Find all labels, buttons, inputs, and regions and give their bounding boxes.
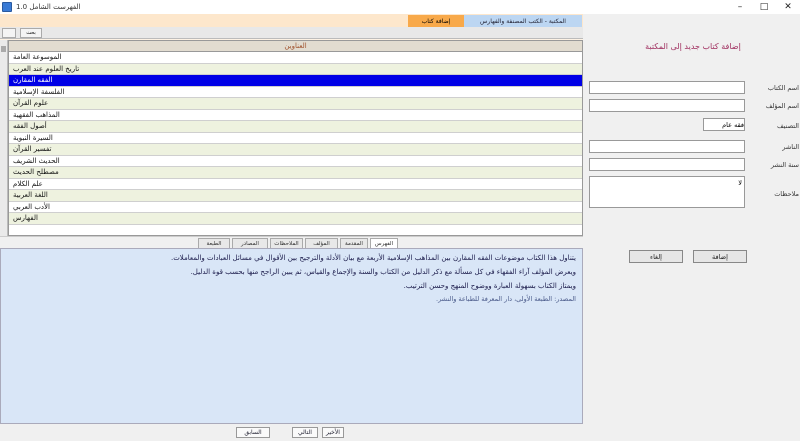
description-text[interactable]: يتناول هذا الكتاب موضوعات الفقه المقارن …: [0, 248, 583, 424]
lower-tab[interactable]: المقدمة: [340, 238, 368, 248]
tab-library[interactable]: المكتبة - الكتب المصنفة والفهارس: [464, 15, 582, 27]
lower-tab[interactable]: المصادر: [232, 238, 268, 248]
grid-row[interactable]: المذاهب الفقهية: [9, 109, 582, 121]
grid-scrollbar[interactable]: [0, 40, 8, 236]
lower-tabstrip: الفهرس المقدمة المؤلف الملاحظات المصادر الطبع…: [0, 236, 583, 248]
grid-row[interactable]: الأدب العربي: [9, 201, 582, 213]
publisher-label: الناشر: [782, 143, 799, 151]
grid-row-label: أصول الفقه: [13, 122, 47, 131]
grid-row-label: اللغة العربية: [13, 191, 48, 200]
grid-row[interactable]: السيرة النبوية: [9, 132, 582, 144]
grid-row[interactable]: تفسير القرآن: [9, 144, 582, 156]
top-tabstrip: إضافة كتاب المكتبة - الكتب المصنفة والفه…: [0, 14, 583, 27]
grid-row[interactable]: الموسوعة العامة: [9, 52, 582, 64]
category-field[interactable]: فقه عام: [703, 118, 745, 131]
lower-tab[interactable]: الملاحظات: [270, 238, 303, 248]
notes-field[interactable]: لا: [589, 176, 745, 208]
minimize-icon[interactable]: –: [728, 0, 752, 14]
tab-add-book[interactable]: إضافة كتاب: [408, 15, 464, 27]
toolbar: بحث: [0, 27, 583, 39]
grid-row-label: مصطلح الحديث: [13, 168, 59, 177]
add-button[interactable]: إضافة: [693, 250, 747, 263]
grid-row[interactable]: الفلسفة الإسلامية: [9, 86, 582, 98]
grid-row[interactable]: علم الكلام: [9, 178, 582, 190]
grid-row-label: تفسير القرآن: [13, 145, 52, 154]
window-title: الفهرست الشامل 1.0: [16, 3, 81, 11]
paragraph-3: ويمتاز الكتاب بسهولة العبارة ووضوح المنه…: [403, 282, 576, 290]
grid-row-label: الفلسفة الإسلامية: [13, 87, 65, 96]
grid-row-label: تاريخ العلوم عند العرب: [13, 64, 80, 73]
book-name-field[interactable]: [589, 81, 745, 94]
next-button[interactable]: التالي: [292, 427, 318, 438]
grid-row-label: الفقه المقارن: [13, 76, 53, 85]
grid-row-label: الأدب العربي: [13, 202, 50, 211]
lower-tab[interactable]: الفهرس: [370, 238, 398, 248]
year-field[interactable]: [589, 158, 745, 171]
grid-header[interactable]: العناوين: [9, 41, 582, 52]
category-label: التصنيف: [776, 122, 799, 130]
grid-row-label: علم الكلام: [13, 179, 43, 188]
grid-row[interactable]: علوم القرآن: [9, 98, 582, 110]
grid-row[interactable]: تاريخ العلوم عند العرب: [9, 63, 582, 75]
app-icon: [2, 2, 12, 12]
paragraph-1: يتناول هذا الكتاب موضوعات الفقه المقارن …: [170, 254, 576, 262]
title-bar: الفهرست الشامل 1.0 – □ ✕: [0, 0, 800, 14]
form-title: إضافة كتاب جديد إلى المكتبة: [645, 42, 741, 51]
book-name-label: اسم الكتاب: [767, 84, 799, 92]
previous-button[interactable]: السابق: [236, 427, 270, 438]
notes-label: ملاحظات: [774, 190, 799, 198]
scroll-thumb[interactable]: [1, 46, 6, 52]
grid-row[interactable]: الفقه المقارن: [9, 75, 582, 87]
lower-tab[interactable]: المؤلف: [305, 238, 338, 248]
close-icon[interactable]: ✕: [776, 0, 800, 14]
cancel-button[interactable]: إلغاء: [629, 250, 683, 263]
app-window: الفهرست الشامل 1.0 – □ ✕ إضافة كتاب المك…: [0, 0, 800, 441]
window-controls: – □ ✕: [728, 0, 800, 14]
grid-row[interactable]: أصول الفقه: [9, 121, 582, 133]
year-label: سنة النشر: [770, 161, 799, 169]
grid-row[interactable]: اللغة العربية: [9, 190, 582, 202]
grid-row-label: الموسوعة العامة: [13, 53, 62, 62]
grid-row[interactable]: مصطلح الحديث: [9, 167, 582, 179]
author-field[interactable]: [589, 99, 745, 112]
search-button[interactable]: بحث: [20, 28, 42, 38]
grid-row-label: المذاهب الفقهية: [13, 110, 60, 119]
footnote: المصدر: الطبعة الأولى، دار المعرفة للطبا…: [436, 295, 576, 303]
left-panel: إضافة كتاب المكتبة - الكتب المصنفة والفه…: [0, 14, 583, 441]
grid-row-label: الحديث الشريف: [13, 156, 60, 165]
grid-row-label: الفهارس: [13, 214, 38, 223]
lower-tab[interactable]: الطبعة: [198, 238, 230, 248]
author-label: اسم المؤلف: [765, 102, 799, 110]
maximize-icon[interactable]: □: [752, 0, 776, 14]
last-button[interactable]: الأخير: [322, 427, 344, 438]
toolbar-blank-button[interactable]: [2, 28, 16, 38]
paragraph-2: ويعرض المؤلف آراء الفقهاء في كل مسألة مع…: [190, 268, 576, 276]
right-panel: إضافة كتاب جديد إلى المكتبة اسم الكتاب ا…: [583, 14, 800, 427]
titles-grid: العناوين الموسوعة العامة تاريخ العلوم عند…: [8, 40, 583, 236]
publisher-field[interactable]: [589, 140, 745, 153]
grid-row[interactable]: الفهارس: [9, 213, 582, 225]
grid-row[interactable]: الحديث الشريف: [9, 155, 582, 167]
grid-row-label: علوم القرآن: [13, 99, 49, 108]
grid-row-label: السيرة النبوية: [13, 133, 53, 142]
grid-rows: الموسوعة العامة تاريخ العلوم عند العرب الف…: [9, 52, 582, 225]
